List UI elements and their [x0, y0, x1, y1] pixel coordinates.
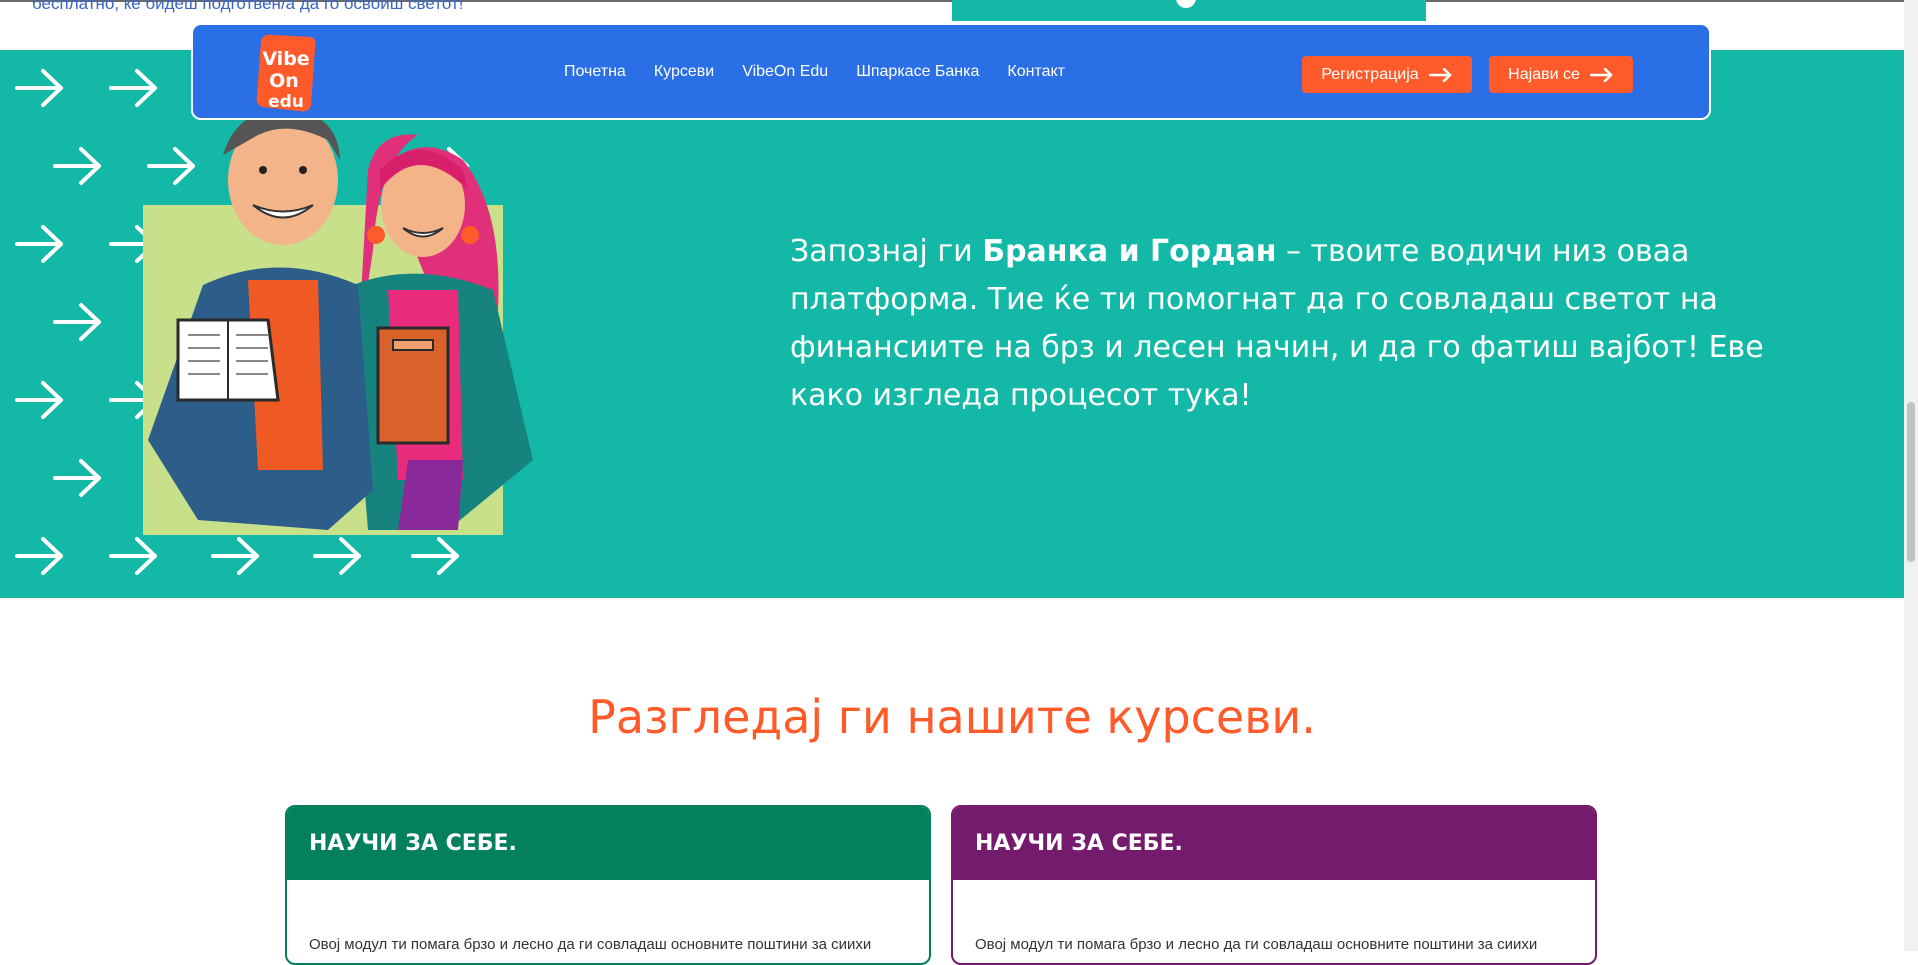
login-button[interactable]: Најави се [1489, 56, 1633, 93]
scrollbar-thumb[interactable] [1907, 402, 1915, 562]
previous-section-box [952, 0, 1426, 21]
logo-icon[interactable]: Vibe On edu [253, 31, 319, 113]
nav-link-contact[interactable]: Контакт [1007, 63, 1065, 81]
course-card-heading: НАУЧИ ЗА СЕБЕ. [953, 807, 1595, 880]
login-label: Најави се [1508, 65, 1580, 83]
course-card-green[interactable]: НАУЧИ ЗА СЕБЕ. Овој модул ти помага брзо… [285, 805, 931, 965]
logo-text-edu: edu [268, 92, 304, 112]
course-card-purple[interactable]: НАУЧИ ЗА СЕБЕ. Овој модул ти помага брзо… [951, 805, 1597, 965]
scrollbar[interactable] [1904, 0, 1918, 951]
navbar: Vibe On edu Почетна Курсеви VibeOn Edu Ш… [191, 23, 1711, 120]
arrow-right-icon [109, 69, 157, 107]
course-card-description: Овој модул ти помага брзо и лесно да ги … [975, 936, 1538, 953]
arrow-right-icon [15, 381, 63, 419]
arrow-right-icon [1589, 67, 1613, 82]
characters-illustration [143, 110, 533, 535]
nav-link-sparkasse[interactable]: Шпаркасе Банка [856, 63, 979, 81]
register-label: Регистрација [1321, 65, 1419, 83]
arrow-right-icon [15, 69, 63, 107]
logo-text-on: On [269, 70, 299, 92]
arrow-right-icon [53, 459, 101, 497]
arrow-right-icon [1428, 67, 1451, 82]
hero-text-start: Запознај ги [790, 234, 983, 269]
course-card-description: Овој модул ти помага брзо и лесно да ги … [309, 936, 872, 953]
hero-section: Запознај ги Бранка и Гордан – твоите вод… [0, 50, 1904, 598]
arrow-right-icon [53, 147, 101, 185]
box-notch [1176, 0, 1196, 8]
arrow-right-icon [15, 537, 63, 575]
previous-section-text: бесплатно, ќе бидеш подготвен/а да го ос… [32, 0, 464, 13]
nav-link-courses[interactable]: Курсеви [654, 63, 714, 81]
logo-text-vibe: Vibe [262, 48, 309, 70]
course-card-heading: НАУЧИ ЗА СЕБЕ. [287, 807, 929, 880]
hero-description: Запознај ги Бранка и Гордан – твоите вод… [790, 228, 1770, 420]
arrow-right-icon [53, 303, 101, 341]
nav-link-vibeon-edu[interactable]: VibeOn Edu [742, 63, 828, 81]
arrow-right-icon [15, 225, 63, 263]
hero-text-names: Бранка и Гордан [982, 234, 1277, 269]
courses-heading: Разгледај ги нашите курсеви. [588, 690, 1316, 744]
nav-link-home[interactable]: Почетна [564, 63, 626, 81]
nav-menu: Почетна Курсеви VibeOn Edu Шпаркасе Банк… [564, 25, 1065, 118]
register-button[interactable]: Регистрација [1302, 56, 1472, 93]
